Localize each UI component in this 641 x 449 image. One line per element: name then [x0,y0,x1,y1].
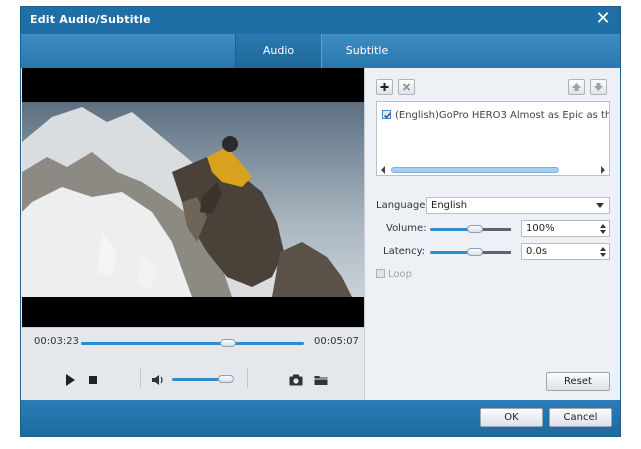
spinner-icon[interactable] [600,246,606,258]
scroll-left-icon[interactable] [379,165,387,175]
volume-level-thumb[interactable] [467,225,483,233]
close-icon[interactable]: ✕ [594,10,612,28]
add-icon [380,83,389,91]
language-label: Language: [376,200,429,211]
tab-bar: Audio Subtitle [21,34,620,68]
title-bar: Edit Audio/Subtitle ✕ [21,7,620,34]
video-preview [22,68,364,327]
track-list: (English)GoPro HERO3 Almost as Epic as t… [376,101,610,176]
latency-thumb[interactable] [467,248,483,256]
audio-settings-panel: (English)GoPro HERO3 Almost as Epic as t… [364,68,620,400]
speaker-icon[interactable] [150,372,166,388]
spinner-icon[interactable] [600,223,606,235]
seek-thumb[interactable] [220,339,236,347]
footer-bar: OK Cancel [21,400,620,436]
divider [140,368,141,388]
track-checkbox[interactable] [382,110,392,119]
volume-value: 100% [526,223,555,234]
play-icon[interactable] [62,372,78,388]
total-time: 00:05:07 [314,336,359,347]
reset-button[interactable]: Reset [546,372,610,391]
latency-spinner[interactable]: 0.0s [521,243,610,260]
dialog-title: Edit Audio/Subtitle [30,13,151,26]
edit-audio-subtitle-dialog: Edit Audio/Subtitle ✕ Audio Subtitle 00:… [20,6,621,437]
remove-track-button[interactable] [398,79,415,95]
latency-label: Latency: [383,246,426,257]
volume-thumb[interactable] [218,375,234,383]
seek-bar[interactable] [81,339,304,347]
camera-icon[interactable] [288,372,304,388]
volume-spinner[interactable]: 100% [521,220,610,237]
scroll-right-icon[interactable] [599,165,607,175]
language-value: English [431,200,468,211]
loop-box[interactable] [376,269,385,278]
scrollbar-thumb[interactable] [391,167,559,173]
move-down-button[interactable] [590,79,607,95]
remove-icon [402,83,411,91]
stop-icon[interactable] [85,372,101,388]
loop-label: Loop [388,269,412,280]
latency-value: 0.0s [526,246,548,257]
move-up-button[interactable] [568,79,585,95]
loop-checkbox[interactable]: Loop [376,269,412,280]
list-item[interactable]: (English)GoPro HERO3 Almost as Epic as t… [382,110,609,121]
divider [247,368,248,388]
move-up-icon [572,83,581,91]
add-track-button[interactable] [376,79,393,95]
volume-label: Volume: [386,223,427,234]
move-down-icon [594,83,603,91]
language-select[interactable]: English [426,197,610,214]
chevron-down-icon [596,203,604,208]
volume-slider[interactable] [172,375,234,383]
track-label: (English)GoPro HERO3 Almost as Epic as t… [395,110,609,121]
tab-audio[interactable]: Audio [235,34,322,68]
current-time: 00:03:23 [34,336,79,347]
player-controls: 00:03:23 00:05:07 [22,327,364,400]
tab-subtitle[interactable]: Subtitle [322,34,412,68]
ok-button[interactable]: OK [480,408,543,427]
horizontal-scrollbar[interactable] [377,165,609,175]
check-icon [383,112,392,119]
video-frame [22,102,364,297]
cancel-button[interactable]: Cancel [549,408,612,427]
folder-icon[interactable] [313,372,329,388]
